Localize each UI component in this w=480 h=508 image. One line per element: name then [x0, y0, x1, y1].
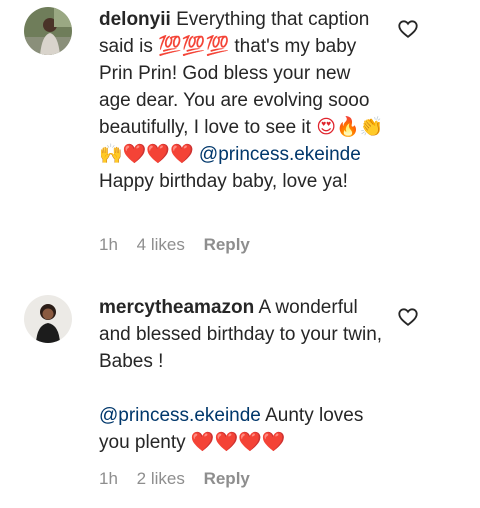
avatar[interactable]	[24, 295, 72, 343]
likes-count[interactable]: 4 likes	[137, 235, 185, 254]
comment-body: mercytheamazon A wonderful and blessed b…	[99, 294, 384, 456]
heart-emojis: ❤️❤️❤️❤️	[190, 431, 286, 453]
comment-body: delonyii Everything that caption said is…	[99, 6, 384, 195]
username[interactable]: mercytheamazon	[99, 297, 254, 318]
comment-meta: 1h 2 likes Reply	[99, 469, 264, 489]
timestamp: 1h	[99, 235, 118, 254]
comment-meta: 1h 4 likes Reply	[99, 235, 264, 255]
timestamp: 1h	[99, 469, 118, 488]
username[interactable]: delonyii	[99, 9, 171, 30]
reply-button[interactable]: Reply	[204, 469, 250, 488]
like-heart-icon[interactable]	[397, 306, 419, 328]
likes-count[interactable]: 2 likes	[137, 469, 185, 488]
hundred-emoji: 💯💯💯	[158, 35, 230, 57]
reply-button[interactable]: Reply	[204, 235, 250, 254]
like-heart-icon[interactable]	[397, 18, 419, 40]
avatar[interactable]	[24, 7, 72, 55]
mention-link[interactable]: @princess.ekeinde	[99, 405, 261, 426]
comment-text: Happy birthday baby, love ya!	[99, 171, 348, 192]
mention-link[interactable]: @princess.ekeinde	[199, 144, 361, 165]
